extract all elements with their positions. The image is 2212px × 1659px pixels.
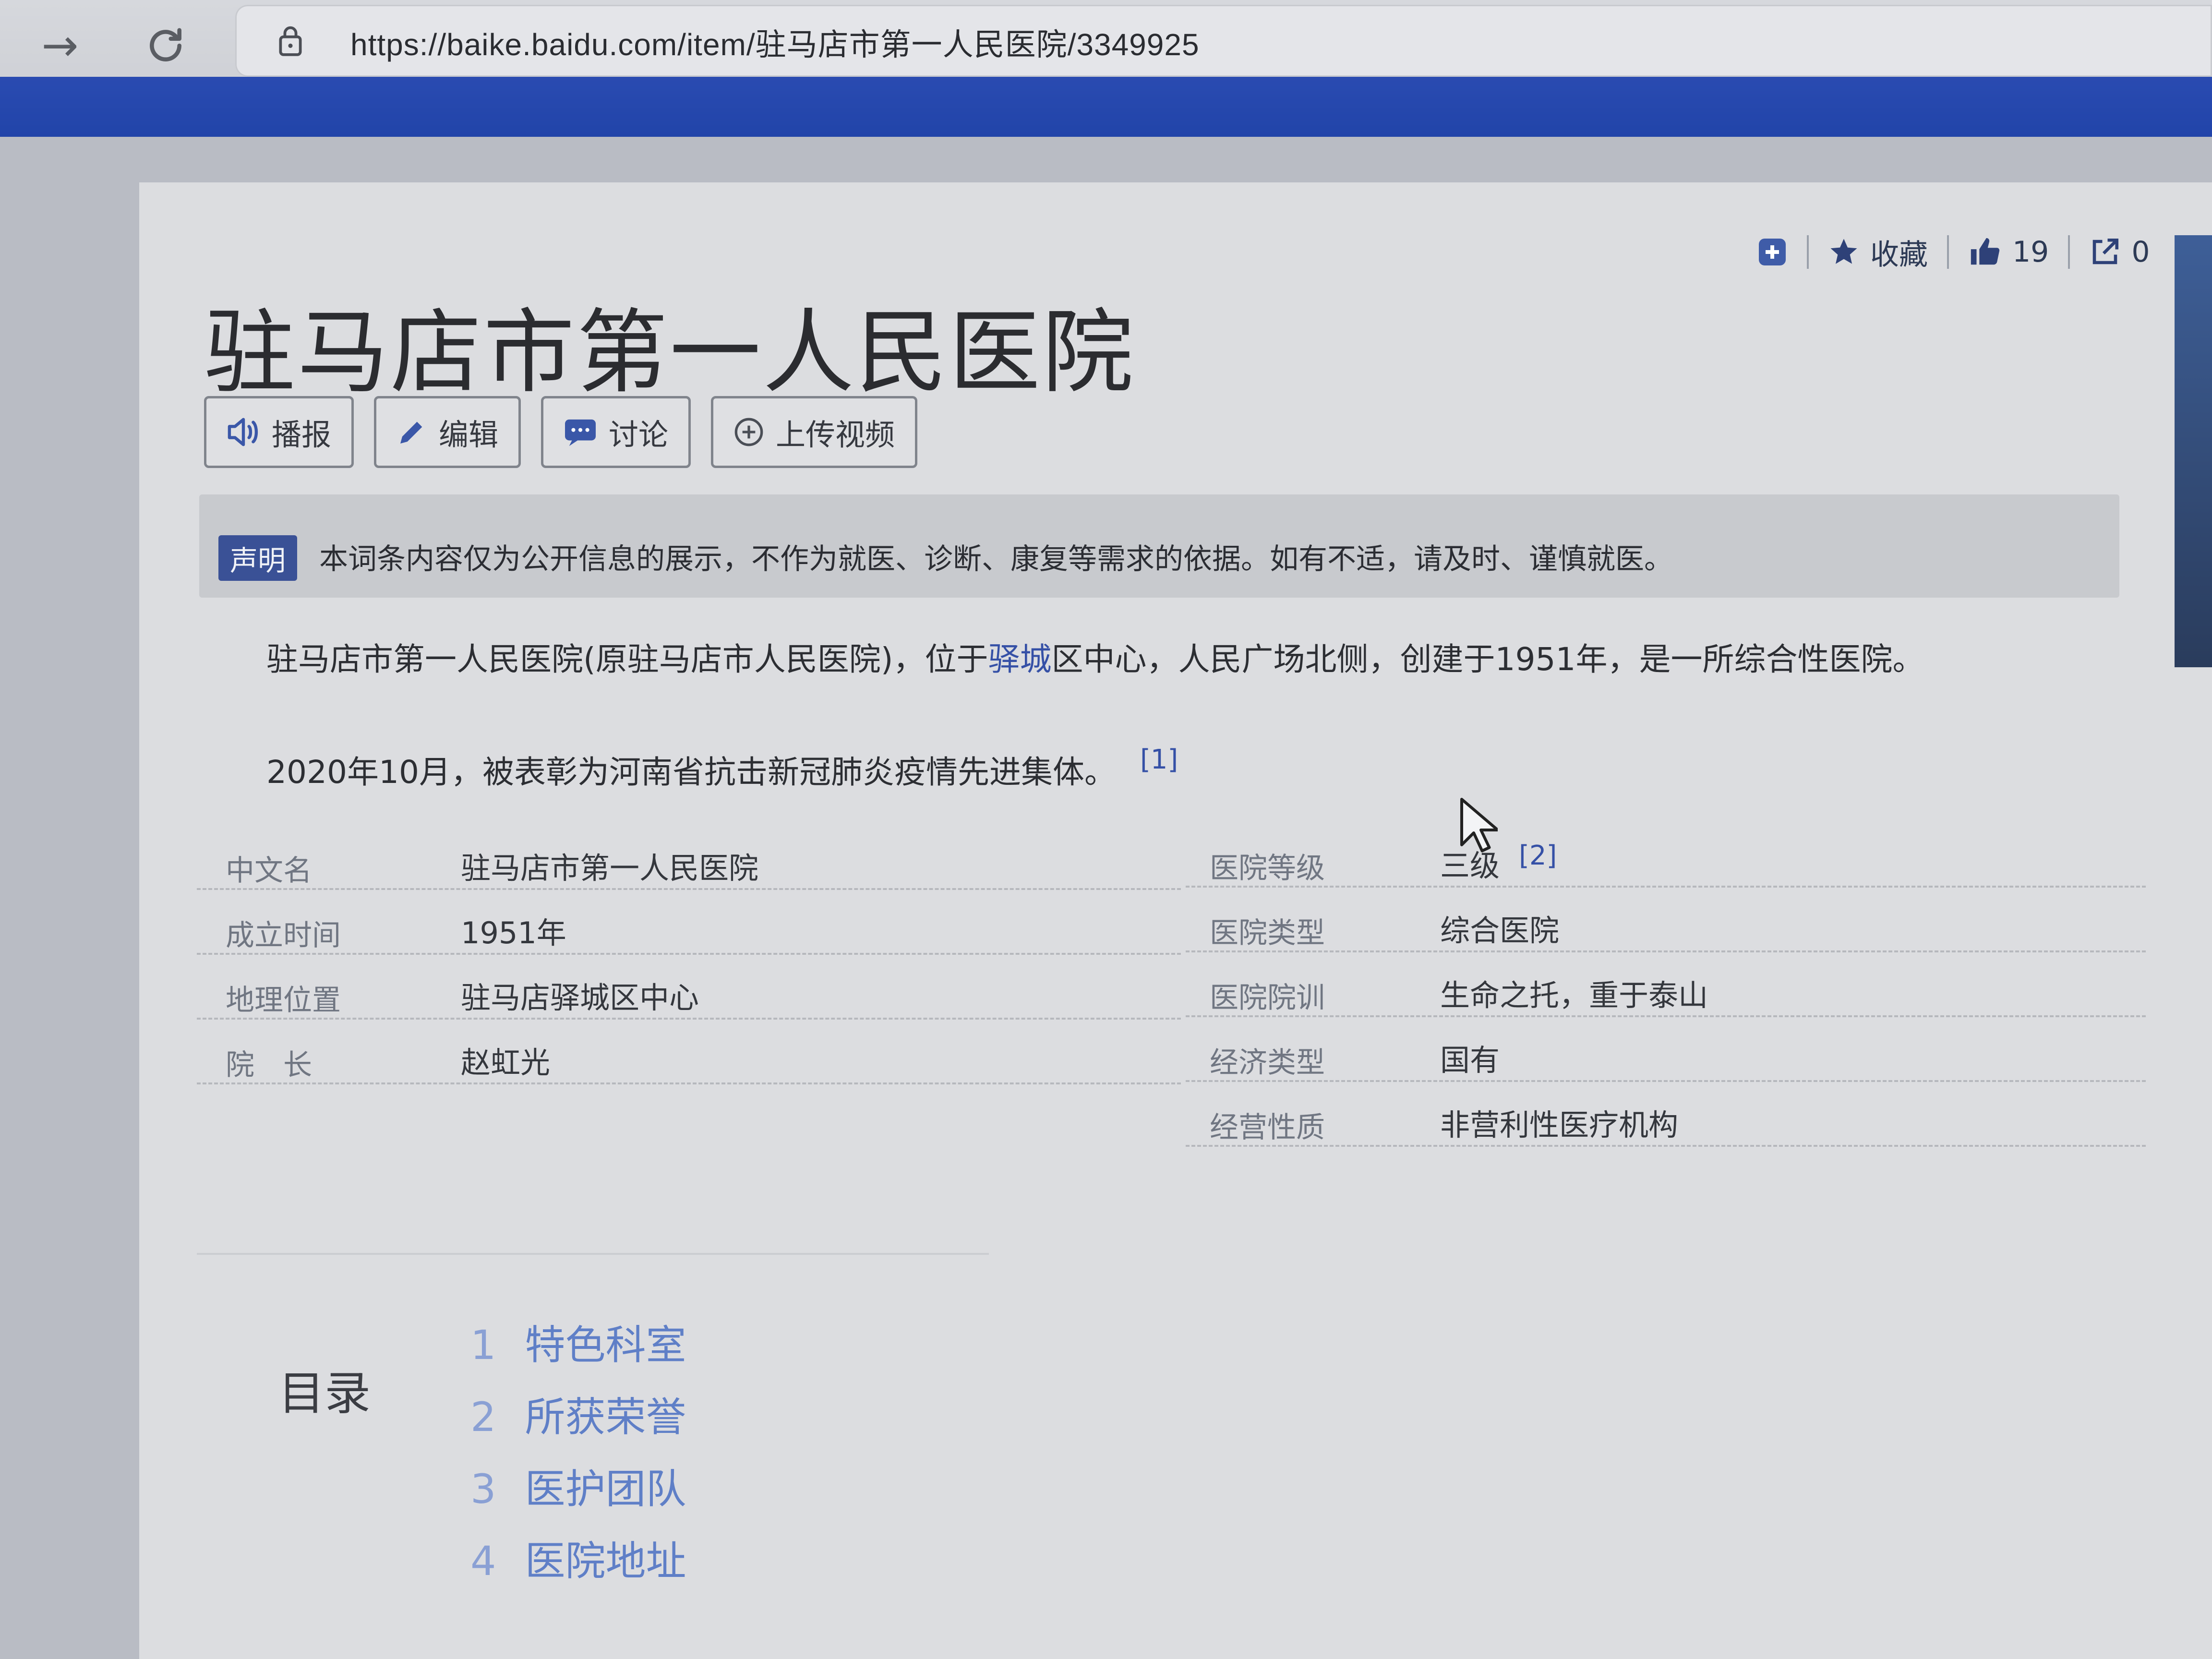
toc-number: 4 <box>470 1538 496 1585</box>
broadcast-button[interactable]: 播报 <box>204 396 354 468</box>
info-value: 国有 <box>1440 1043 1500 1078</box>
yicheng-link[interactable]: 驿城 <box>988 641 1052 678</box>
discuss-button[interactable]: 讨论 <box>541 396 691 468</box>
toc-number: 1 <box>470 1322 496 1369</box>
reload-icon[interactable] <box>139 19 192 72</box>
plus-circle-icon <box>734 418 763 446</box>
broadcast-label: 播报 <box>272 417 332 452</box>
toc-number: 2 <box>470 1394 496 1441</box>
chat-bubble-icon <box>565 419 596 446</box>
favorite-label: 收藏 <box>1870 238 1928 272</box>
discuss-label: 讨论 <box>609 417 669 452</box>
info-key: 医院等级 <box>1210 852 1325 885</box>
info-value: 生命之托，重于泰山 <box>1440 978 1708 1013</box>
info-row: 医院等级 三级 [2] <box>1186 823 2146 888</box>
pencil-icon <box>400 421 422 444</box>
info-row: 经营性质 非营利性医疗机构 <box>1186 1082 2146 1147</box>
info-value: 三级 [2] <box>1440 840 1557 885</box>
address-bar[interactable]: https://baike.baidu.com/item/驻马店市第一人民医院/… <box>235 5 2212 77</box>
disclaimer-tag: 声明 <box>218 535 298 581</box>
url-text[interactable]: https://baike.baidu.com/item/驻马店市第一人民医院/… <box>350 20 1200 64</box>
hospital-level: 三级 <box>1440 848 1500 883</box>
summary-paragraph-1: 驻马店市第一人民医院(原驻马店市人民医院)，位于驿城区中心，人民广场北侧，创建于… <box>266 634 1924 680</box>
info-value: 非营利性医疗机构 <box>1440 1107 1679 1142</box>
toc-label: 特色科室 <box>525 1322 686 1369</box>
browser-toolbar: → https://baike.baidu.com/item/驻马店市第一人民医… <box>0 0 2212 82</box>
info-value: 赵虹光 <box>461 1045 551 1080</box>
add-button[interactable] <box>1738 235 1809 269</box>
toc-number: 3 <box>470 1466 496 1513</box>
toc-label: 所获荣誉 <box>525 1394 686 1441</box>
speaker-icon <box>228 418 258 446</box>
info-key: 经济类型 <box>1210 1046 1325 1080</box>
share-button[interactable]: 0 <box>2070 235 2169 269</box>
info-key: 医院类型 <box>1210 916 1325 950</box>
info-key: 成立时间 <box>226 919 341 952</box>
info-key: 地理位置 <box>226 984 341 1017</box>
info-key: 中文名 <box>226 854 312 888</box>
toc-title: 目录 <box>278 1367 371 1420</box>
like-button[interactable]: 19 <box>1949 235 2070 269</box>
info-key: 经营性质 <box>1210 1111 1325 1144</box>
info-row: 中文名 驻马店市第一人民医院 <box>197 826 1181 890</box>
toc-item[interactable]: 4 医院地址 <box>470 1529 686 1587</box>
toc-label: 医院地址 <box>525 1538 686 1585</box>
info-key: 院 长 <box>226 1048 312 1082</box>
disclaimer-banner: 声明 本词条内容仅为公开信息的展示，不作为就医、诊断、康复等需求的依据。如有不适… <box>199 494 2119 598</box>
toc-item[interactable]: 1 特色科室 <box>470 1313 686 1371</box>
toc-label: 医护团队 <box>525 1466 686 1513</box>
info-row: 地理位置 驻马店驿城区中心 <box>197 955 1181 1020</box>
reference-link[interactable]: [2] <box>1519 840 1557 871</box>
summary-text: 区中心，人民广场北侧，创建于1951年，是一所综合性医院。 <box>1051 641 1924 678</box>
info-row: 医院类型 综合医院 <box>1186 888 2146 952</box>
reload-icon-svg <box>150 28 181 61</box>
plus-square-icon <box>1759 239 1786 265</box>
favorite-button[interactable]: 收藏 <box>1809 235 1949 272</box>
reference-link[interactable]: [1] <box>1140 744 1178 775</box>
site-nav-bar <box>0 77 2212 137</box>
info-row: 成立时间 1951年 <box>197 890 1181 955</box>
info-key: 医院院训 <box>1210 981 1325 1015</box>
share-icon <box>2093 238 2119 264</box>
share-count: 0 <box>2131 235 2150 269</box>
like-count: 19 <box>2012 235 2049 269</box>
article-toolbar: 收藏 19 0 <box>1738 226 2169 278</box>
star-icon <box>1830 239 1857 264</box>
lock-icon <box>279 26 302 56</box>
info-row: 经济类型 国有 <box>1186 1018 2146 1082</box>
upload-video-label: 上传视频 <box>776 417 895 452</box>
edit-button[interactable]: 编辑 <box>374 396 521 468</box>
side-image <box>2175 235 2212 667</box>
info-value: 1951年 <box>461 915 566 950</box>
thumbs-up-icon <box>1971 238 2000 265</box>
summary-text: 驻马店市第一人民医院(原驻马店市人民医院)，位于 <box>266 641 988 678</box>
forward-arrow-icon[interactable]: → <box>34 19 86 72</box>
summary-paragraph-2: 2020年10月，被表彰为河南省抗击新冠肺炎疫情先进集体。 [1] <box>266 744 1178 793</box>
disclaimer-text: 本词条内容仅为公开信息的展示，不作为就医、诊断、康复等需求的依据。如有不适，请及… <box>319 542 1673 576</box>
page-title: 驻马店市第一人民医院 <box>204 300 1136 406</box>
upload-video-button[interactable]: 上传视频 <box>711 396 918 468</box>
divider <box>197 1253 989 1255</box>
article-action-buttons: 播报 编辑 讨论 上传视频 <box>204 396 918 468</box>
summary-text: 2020年10月，被表彰为河南省抗击新冠肺炎疫情先进集体。 <box>266 754 1116 791</box>
info-row: 医院院训 生命之托，重于泰山 <box>1186 953 2146 1017</box>
info-value: 驻马店驿城区中心 <box>461 980 699 1015</box>
info-value: 综合医院 <box>1440 913 1560 948</box>
toc-item[interactable]: 3 医护团队 <box>470 1457 686 1515</box>
info-value-link[interactable]: 驻马店市第一人民医院 <box>461 844 758 887</box>
info-row: 院 长 赵虹光 <box>197 1020 1181 1084</box>
edit-label: 编辑 <box>439 417 499 452</box>
toc-item[interactable]: 2 所获荣誉 <box>470 1385 686 1443</box>
